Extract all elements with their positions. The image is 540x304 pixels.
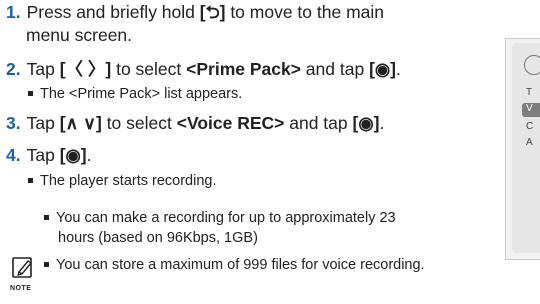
device-display: T V C A [512,43,540,253]
step-text: Press and briefly hold [26,2,200,22]
bullet-icon [44,214,49,220]
menu-item-prime-pack: <Prime Pack> [186,59,301,79]
step-text: Tap [26,145,60,165]
step-number: 4. [6,145,21,165]
bullet-text: The <Prime Pack> list appears. [40,86,243,102]
step-text: . [396,59,401,79]
device-row: A [526,137,533,148]
step-4: 4. Tap [◉]. [6,145,506,166]
note-icon: NOTE [10,256,36,292]
menu-logo-icon [524,55,540,75]
step-text: to select [111,59,187,79]
device-screen-preview: T V C A [505,38,540,260]
step-1-continuation: menu screen. [26,25,133,45]
device-row-selected: V [526,103,533,114]
step-number: 2. [6,59,21,79]
step-2-bullet: The <Prime Pack> list appears. [28,85,242,103]
step-text: and tap [284,113,353,133]
device-row: C [526,121,534,132]
step-text: . [379,113,385,133]
step-4-bullet: The player starts recording. [28,172,217,190]
left-right-key: [〈 〉] [59,59,112,79]
step-text: to move to the main [225,2,385,22]
note-item-1: You can make a recording for up to appro… [44,208,396,228]
bullet-icon [28,177,33,183]
note-text-line: You can store a maximum of 999 files for… [56,257,425,273]
select-key: [◉] [352,113,380,133]
step-number: 3. [6,113,21,133]
device-row: T [526,87,533,98]
note-item-2: You can store a maximum of 999 files for… [44,255,425,275]
bullet-text: The player starts recording. [40,173,217,189]
select-key: [◉] [59,145,87,165]
step-text: to select [101,113,177,133]
menu-item-voice-rec: <Voice REC> [176,113,285,133]
manual-page: 1. Press and briefly hold [⮌] to move to … [0,0,540,304]
step-2: 2. Tap [〈 〉] to select <Prime Pack> and t… [6,59,506,80]
select-key: [◉] [369,59,396,79]
note-item-1-continuation: hours (based on 96Kbps, 1GB) [58,230,258,246]
step-text: Tap [26,113,60,133]
step-number: 1. [6,2,21,22]
bullet-icon [28,90,33,96]
step-1: 1. Press and briefly hold [⮌] to move to … [6,2,506,23]
note-text-line: You can make a recording for up to appro… [56,210,396,226]
step-text: . [86,145,92,165]
step-text: and tap [300,59,370,79]
note-label: NOTE [10,285,32,292]
step-text: Tap [26,59,60,79]
step-3: 3. Tap [∧ ∨] to select <Voice REC> and ta… [6,113,506,134]
pencil-note-icon [12,257,33,278]
up-down-key: [∧ ∨] [59,113,102,133]
back-key: [⮌] [199,2,226,22]
bullet-icon [44,261,49,267]
